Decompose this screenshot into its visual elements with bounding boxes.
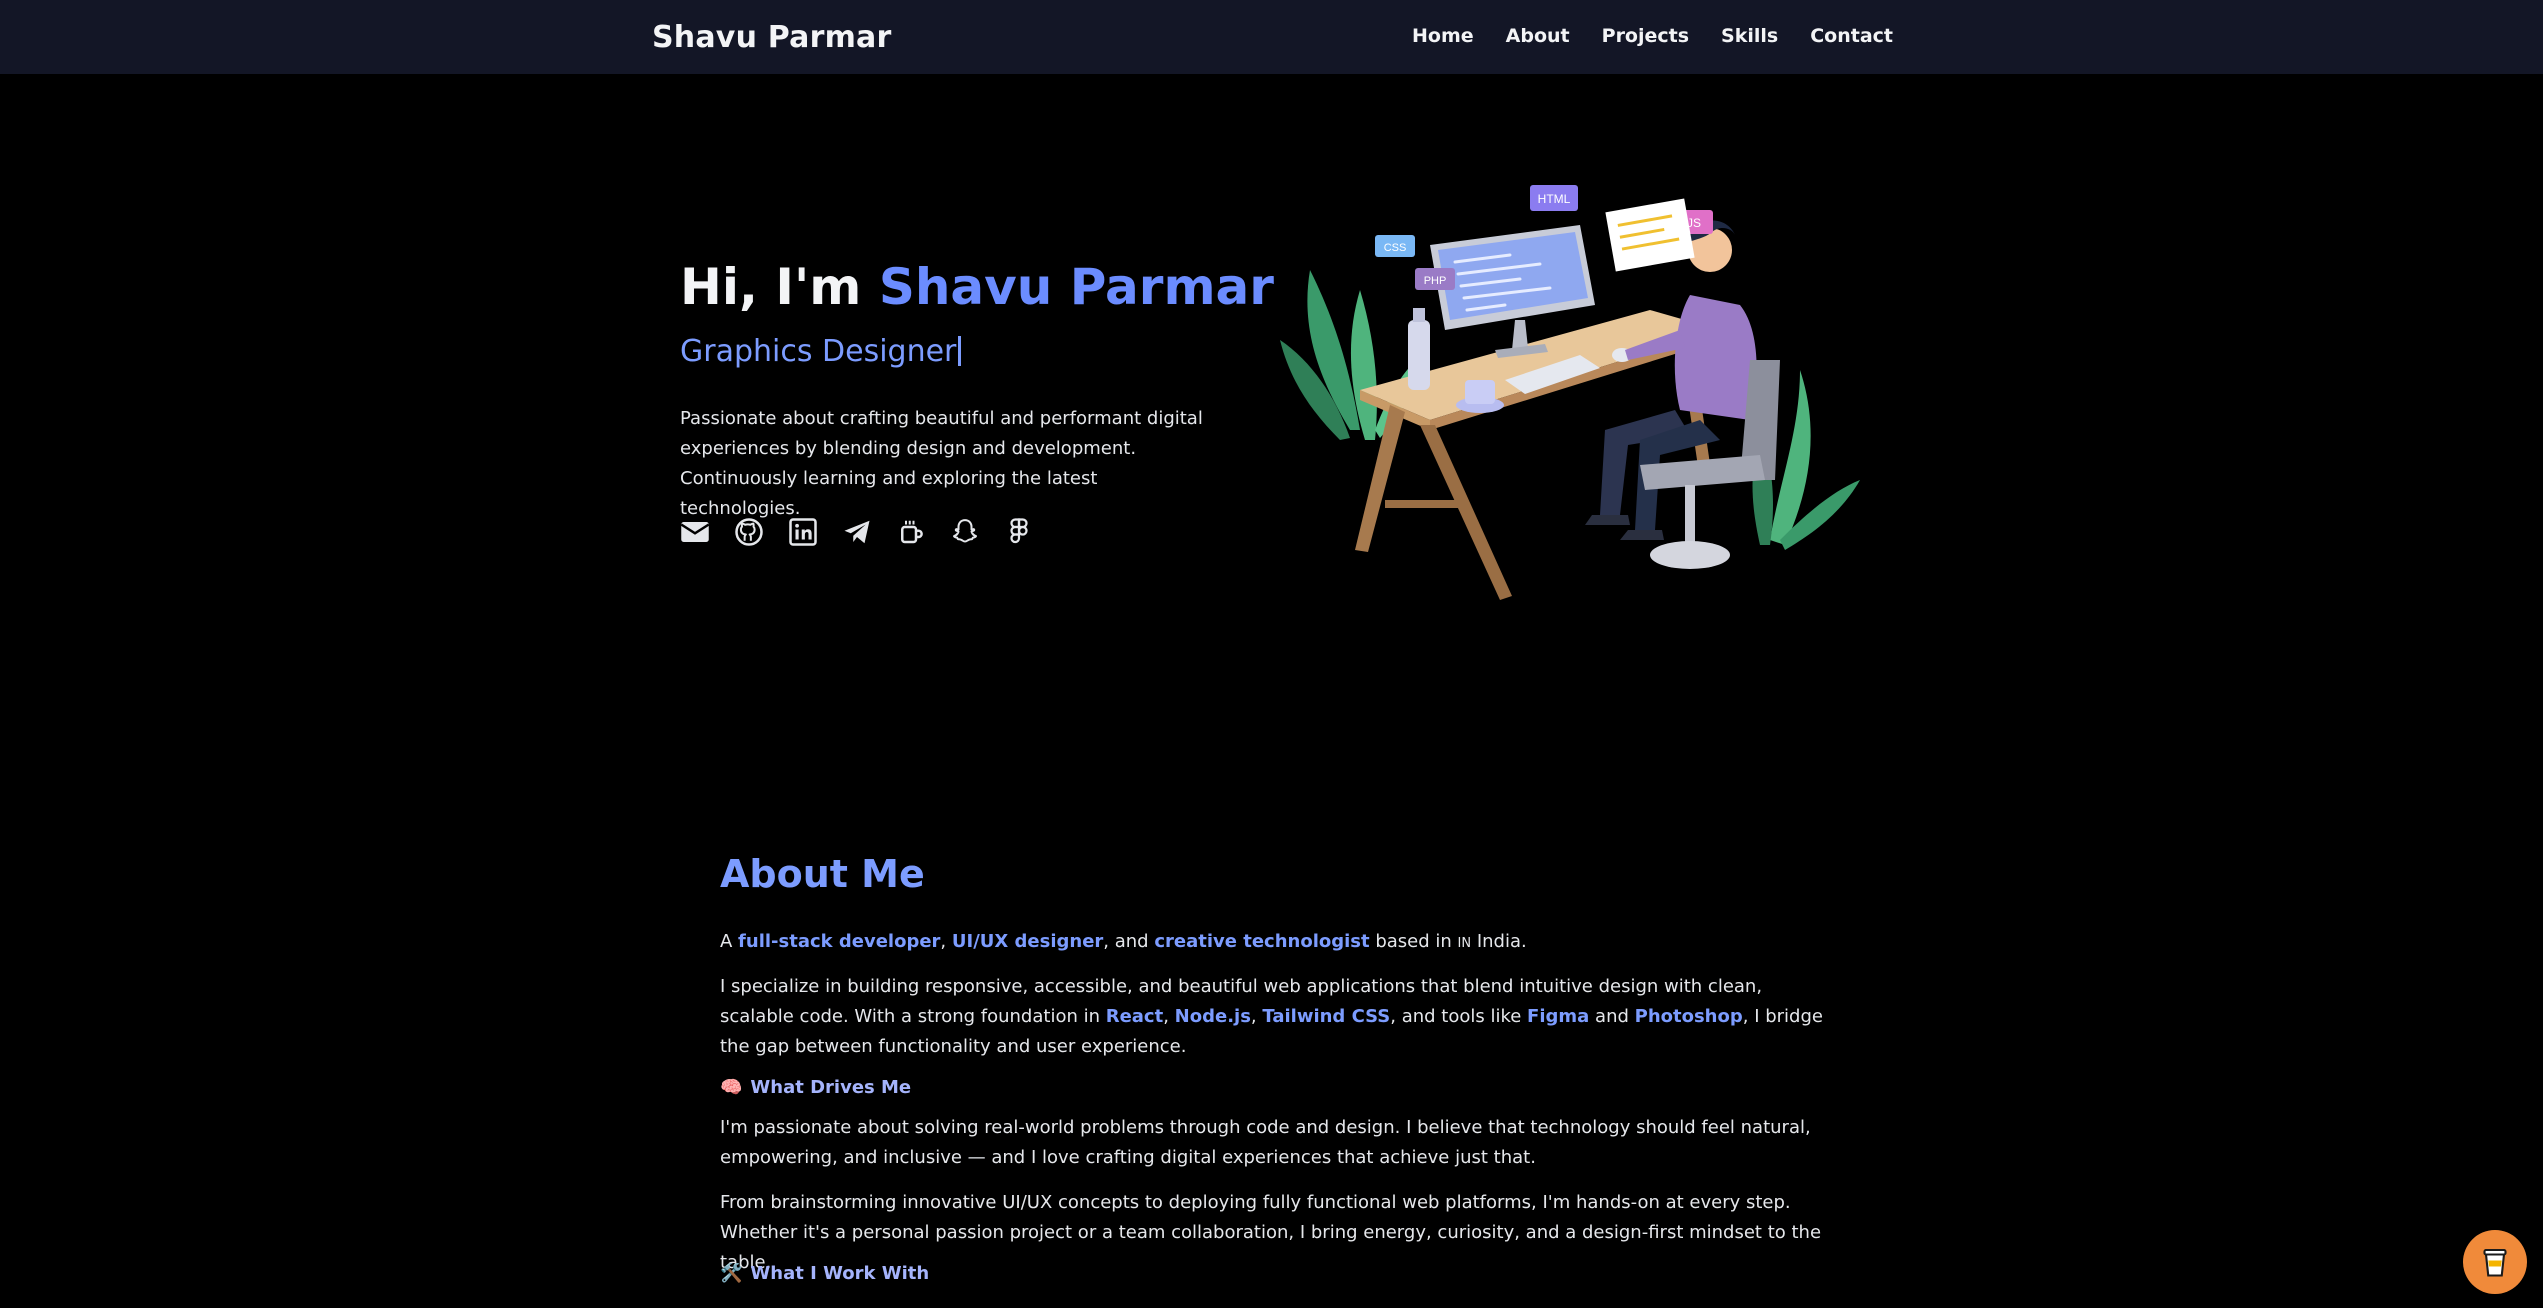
person xyxy=(1585,220,1757,540)
hero-role: Graphics Designer xyxy=(680,334,962,369)
work-heading: 🛠️ What I Work With xyxy=(720,1263,929,1284)
mail-icon[interactable] xyxy=(680,517,710,547)
tool-figma: Figma xyxy=(1527,1006,1590,1027)
drives-text-1: I'm passionate about solving real-world … xyxy=(720,1117,1811,1168)
figma-icon[interactable] xyxy=(1004,517,1034,547)
nav-about-link[interactable]: About xyxy=(1506,25,1570,47)
telegram-icon[interactable] xyxy=(842,517,872,547)
snapchat-icon[interactable] xyxy=(950,517,980,547)
tech-tailwind: Tailwind CSS xyxy=(1262,1006,1391,1027)
about-text: , and xyxy=(1103,931,1155,952)
tech-nodejs: Node.js xyxy=(1174,1006,1251,1027)
about-text: , xyxy=(1163,1006,1175,1027)
tech-react: React xyxy=(1105,1006,1164,1027)
hero-role-text: Graphics Designer xyxy=(680,334,957,369)
highlight-creative: creative technologist xyxy=(1154,931,1370,952)
nav-contact-link[interactable]: Contact xyxy=(1810,25,1893,47)
developer-illustration: HTML CSS PHP JS xyxy=(1280,185,1860,600)
about-tagline: A full-stack developer, UI/UX designer, … xyxy=(720,927,1830,959)
highlight-uiux: UI/UX designer xyxy=(951,931,1104,952)
about-text: A xyxy=(720,931,739,952)
hero-name: Shavu Parmar xyxy=(878,258,1274,316)
github-icon[interactable] xyxy=(734,517,764,547)
typing-caret xyxy=(958,336,962,366)
highlight-fullstack: full-stack developer xyxy=(738,931,941,952)
nav-skills-link[interactable]: Skills xyxy=(1721,25,1778,47)
brain-icon: 🧠 xyxy=(720,1077,743,1098)
drives-heading: 🧠 What Drives Me xyxy=(720,1077,911,1098)
buy-me-coffee-button[interactable] xyxy=(2463,1230,2527,1294)
navbar: Shavu Parmar Home About Projects Skills … xyxy=(0,0,2543,74)
about-text: India. xyxy=(1471,931,1527,952)
about-text: , xyxy=(1250,1006,1263,1027)
hero-intro: Passionate about crafting beautiful and … xyxy=(680,408,1203,519)
tag-css: CSS xyxy=(1384,242,1407,254)
tool-photoshop: Photoshop xyxy=(1634,1006,1743,1027)
about-text: , xyxy=(940,931,952,952)
nav-projects-link[interactable]: Projects xyxy=(1602,25,1689,47)
coffee-cup-icon xyxy=(2483,1248,2507,1277)
about-text: based in xyxy=(1369,931,1458,952)
brand-logo[interactable]: Shavu Parmar xyxy=(652,20,892,55)
tools-icon: 🛠️ xyxy=(720,1263,743,1284)
about-text: , and tools like xyxy=(1390,1006,1528,1027)
nav-menu: Home About Projects Skills Contact xyxy=(1412,25,1893,47)
india-flag-icon: IN xyxy=(1457,936,1472,951)
about-specialize: I specialize in building responsive, acc… xyxy=(720,972,1830,1062)
hero-greeting: Hi, I'm xyxy=(680,258,879,316)
work-title: What I Work With xyxy=(750,1263,930,1284)
nav-home-link[interactable]: Home xyxy=(1412,25,1474,47)
about-title: About Me xyxy=(720,852,925,896)
tag-php: PHP xyxy=(1424,275,1447,287)
tag-html: HTML xyxy=(1538,192,1571,206)
about-text: and xyxy=(1589,1006,1635,1027)
linkedin-icon[interactable] xyxy=(788,517,818,547)
drives-title: What Drives Me xyxy=(750,1077,912,1098)
bottle xyxy=(1408,308,1430,390)
hero-title: Hi, I'm Shavu Parmar xyxy=(680,258,1274,316)
social-links xyxy=(680,517,1034,547)
coffee-cup-icon[interactable] xyxy=(896,517,926,547)
